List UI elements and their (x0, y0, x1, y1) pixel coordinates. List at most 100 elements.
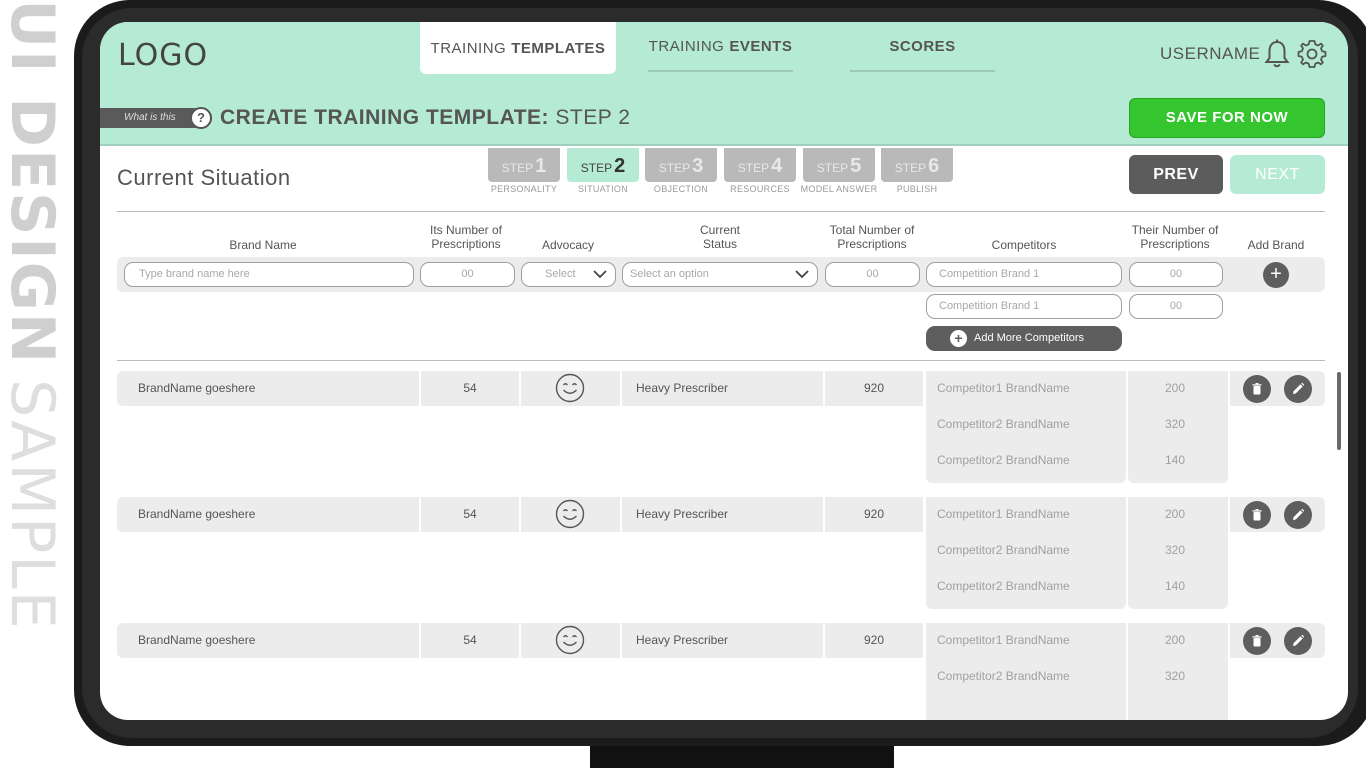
tab-training-templates-bold: TEMPLATES (511, 39, 606, 57)
competitor-number: 140 (1164, 579, 1186, 593)
competitor-number: 140 (1164, 453, 1186, 467)
col-total-number: Total Number of Prescriptions (812, 223, 932, 251)
advocacy-select[interactable]: Select (521, 262, 616, 287)
current-status-select-value: Select an option (630, 268, 709, 280)
chevron-down-icon (795, 270, 809, 279)
pencil-icon (1293, 508, 1305, 520)
tab-training-events-light: TRAINING (648, 37, 725, 55)
username[interactable]: USERNAME (1160, 44, 1260, 64)
edit-button[interactable] (1284, 627, 1312, 655)
competitor-name: Competitor2 BrandName (937, 453, 1070, 467)
row-total-number: 920 (825, 371, 923, 406)
delete-button[interactable] (1243, 501, 1271, 529)
watermark-text: UI DESIGN SAMPLE (0, 0, 67, 631)
smiley-icon (555, 625, 585, 655)
delete-button[interactable] (1243, 375, 1271, 403)
add-more-competitors-button[interactable]: + Add More Competitors (926, 326, 1122, 351)
pencil-icon (1293, 634, 1305, 646)
add-brand-button[interactable]: + (1263, 262, 1289, 288)
tab-training-events[interactable]: TRAINING EVENTS (648, 22, 793, 72)
tablet-stand (590, 744, 894, 768)
col-its-number: Its Number of Prescriptions (416, 223, 516, 251)
bell-icon[interactable] (1264, 39, 1290, 69)
col-their-number: Their Number of Prescriptions (1115, 223, 1235, 251)
row-its-number: 54 (421, 371, 519, 406)
competitor-name-input[interactable]: Competition Brand 1 (926, 294, 1122, 319)
its-number-input[interactable]: 00 (420, 262, 515, 287)
canvas: UI DESIGN SAMPLE LOGO TRAINING TEMPLATES … (0, 0, 1366, 768)
pencil-icon (1293, 382, 1305, 394)
tab-scores[interactable]: SCORES (850, 22, 995, 72)
col-competitors: Competitors (991, 238, 1057, 252)
delete-button[interactable] (1243, 627, 1271, 655)
col-current-status-line2: Status (702, 237, 738, 251)
row-current-status: Heavy Prescriber (622, 497, 823, 532)
step-label: STEP (737, 161, 770, 175)
competitor-number: 200 (1164, 381, 1186, 395)
step-number: 2 (614, 155, 626, 177)
trash-icon (1252, 383, 1262, 395)
step-number: 3 (692, 155, 704, 177)
row-its-number: 54 (421, 497, 519, 532)
competitor-number-input[interactable]: 00 (1129, 262, 1223, 287)
col-their-number-line2: Prescriptions (1140, 237, 1210, 251)
competitor-number: 200 (1164, 507, 1186, 521)
competitor-name: Competitor2 BrandName (937, 669, 1070, 683)
tab-training-templates[interactable]: TRAINING TEMPLATES (420, 22, 616, 74)
competitor-name: Competitor1 BrandName (937, 381, 1070, 395)
col-add-brand: Add Brand (1247, 238, 1305, 252)
step-2-tab[interactable]: STEP 2 (567, 148, 639, 182)
row-total-number: 920 (825, 623, 923, 658)
competitor-number: 200 (1164, 633, 1186, 647)
gear-icon[interactable] (1297, 39, 1327, 69)
step-number: 5 (850, 155, 862, 177)
step-number: 4 (771, 155, 783, 177)
col-brand-name: Brand Name (229, 238, 297, 252)
row-current-status: Heavy Prescriber (622, 623, 823, 658)
competitor-name: Competitor2 BrandName (937, 417, 1070, 431)
page-title: CREATE TRAINING TEMPLATE: STEP 2 (220, 106, 630, 130)
col-its-number-line2: Prescriptions (431, 237, 501, 251)
competitor-number-input[interactable]: 00 (1129, 294, 1223, 319)
step-3-tab[interactable]: STEP 3 (645, 148, 717, 182)
step-label: STEP (816, 161, 849, 175)
brand-name-input[interactable]: Type brand name here (124, 262, 414, 287)
step-caption: RESOURCES (730, 184, 790, 194)
next-button[interactable]: NEXT (1230, 155, 1325, 194)
watermark-bold: UI DESIGN (0, 0, 67, 366)
competitor-number: 320 (1164, 669, 1186, 683)
col-current-status: Current Status (670, 223, 770, 251)
step-label: STEP (501, 161, 534, 175)
save-for-now-button[interactable]: SAVE FOR NOW (1129, 98, 1325, 138)
prev-button[interactable]: PREV (1129, 155, 1223, 194)
step-number: 6 (928, 155, 940, 177)
step-4-tab[interactable]: STEP 4 (724, 148, 796, 182)
edit-button[interactable] (1284, 501, 1312, 529)
chevron-down-icon (593, 270, 607, 279)
row-its-number: 54 (421, 623, 519, 658)
help-icon[interactable]: ? (190, 107, 212, 129)
advocacy-select-value: Select (545, 268, 576, 280)
smiley-icon (555, 373, 585, 403)
step-caption: OBJECTION (653, 184, 709, 194)
competitor-number: 320 (1164, 417, 1186, 431)
total-number-input[interactable]: 00 (825, 262, 920, 287)
edit-button[interactable] (1284, 375, 1312, 403)
row-brand-name: BrandName goeshere (117, 371, 419, 406)
col-total-number-line1: Total Number of (829, 223, 915, 237)
row-brand-name: BrandName goeshere (117, 497, 419, 532)
competitor-name: Competitor2 BrandName (937, 579, 1070, 593)
row-current-status: Heavy Prescriber (622, 371, 823, 406)
step-label: STEP (894, 161, 927, 175)
step-1-tab[interactable]: STEP 1 (488, 148, 560, 182)
step-number: 1 (535, 155, 547, 177)
step-caption: SITUATION (577, 184, 629, 194)
step-5-tab[interactable]: STEP 5 (803, 148, 875, 182)
step-6-tab[interactable]: STEP 6 (881, 148, 953, 182)
page-title-bold: CREATE TRAINING TEMPLATE: (220, 106, 550, 129)
competitor-name-input[interactable]: Competition Brand 1 (926, 262, 1122, 287)
scrollbar[interactable] (1337, 372, 1341, 450)
step-caption: PUBLISH (896, 184, 938, 194)
step-label: STEP (580, 161, 613, 175)
current-status-select[interactable]: Select an option (622, 262, 818, 287)
